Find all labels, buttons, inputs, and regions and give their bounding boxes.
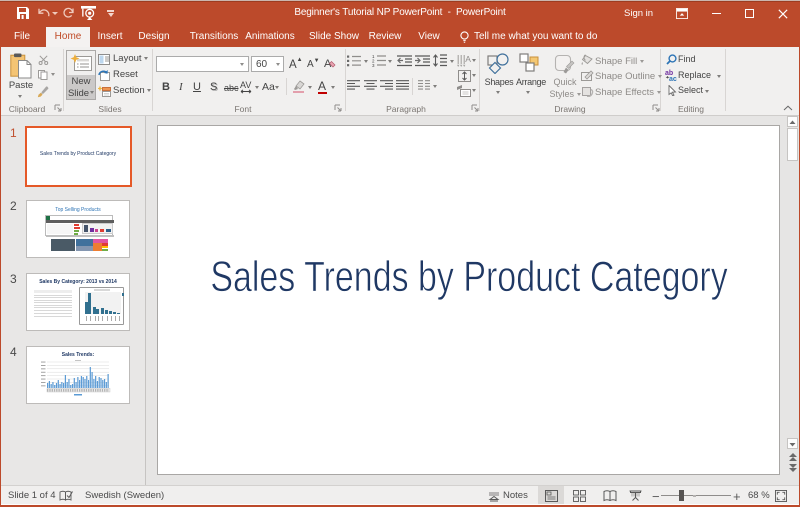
- svg-text:A: A: [465, 55, 471, 64]
- svg-text:ac: ac: [669, 76, 677, 81]
- svg-text:3: 3: [372, 63, 375, 67]
- svg-text:AV: AV: [240, 80, 251, 90]
